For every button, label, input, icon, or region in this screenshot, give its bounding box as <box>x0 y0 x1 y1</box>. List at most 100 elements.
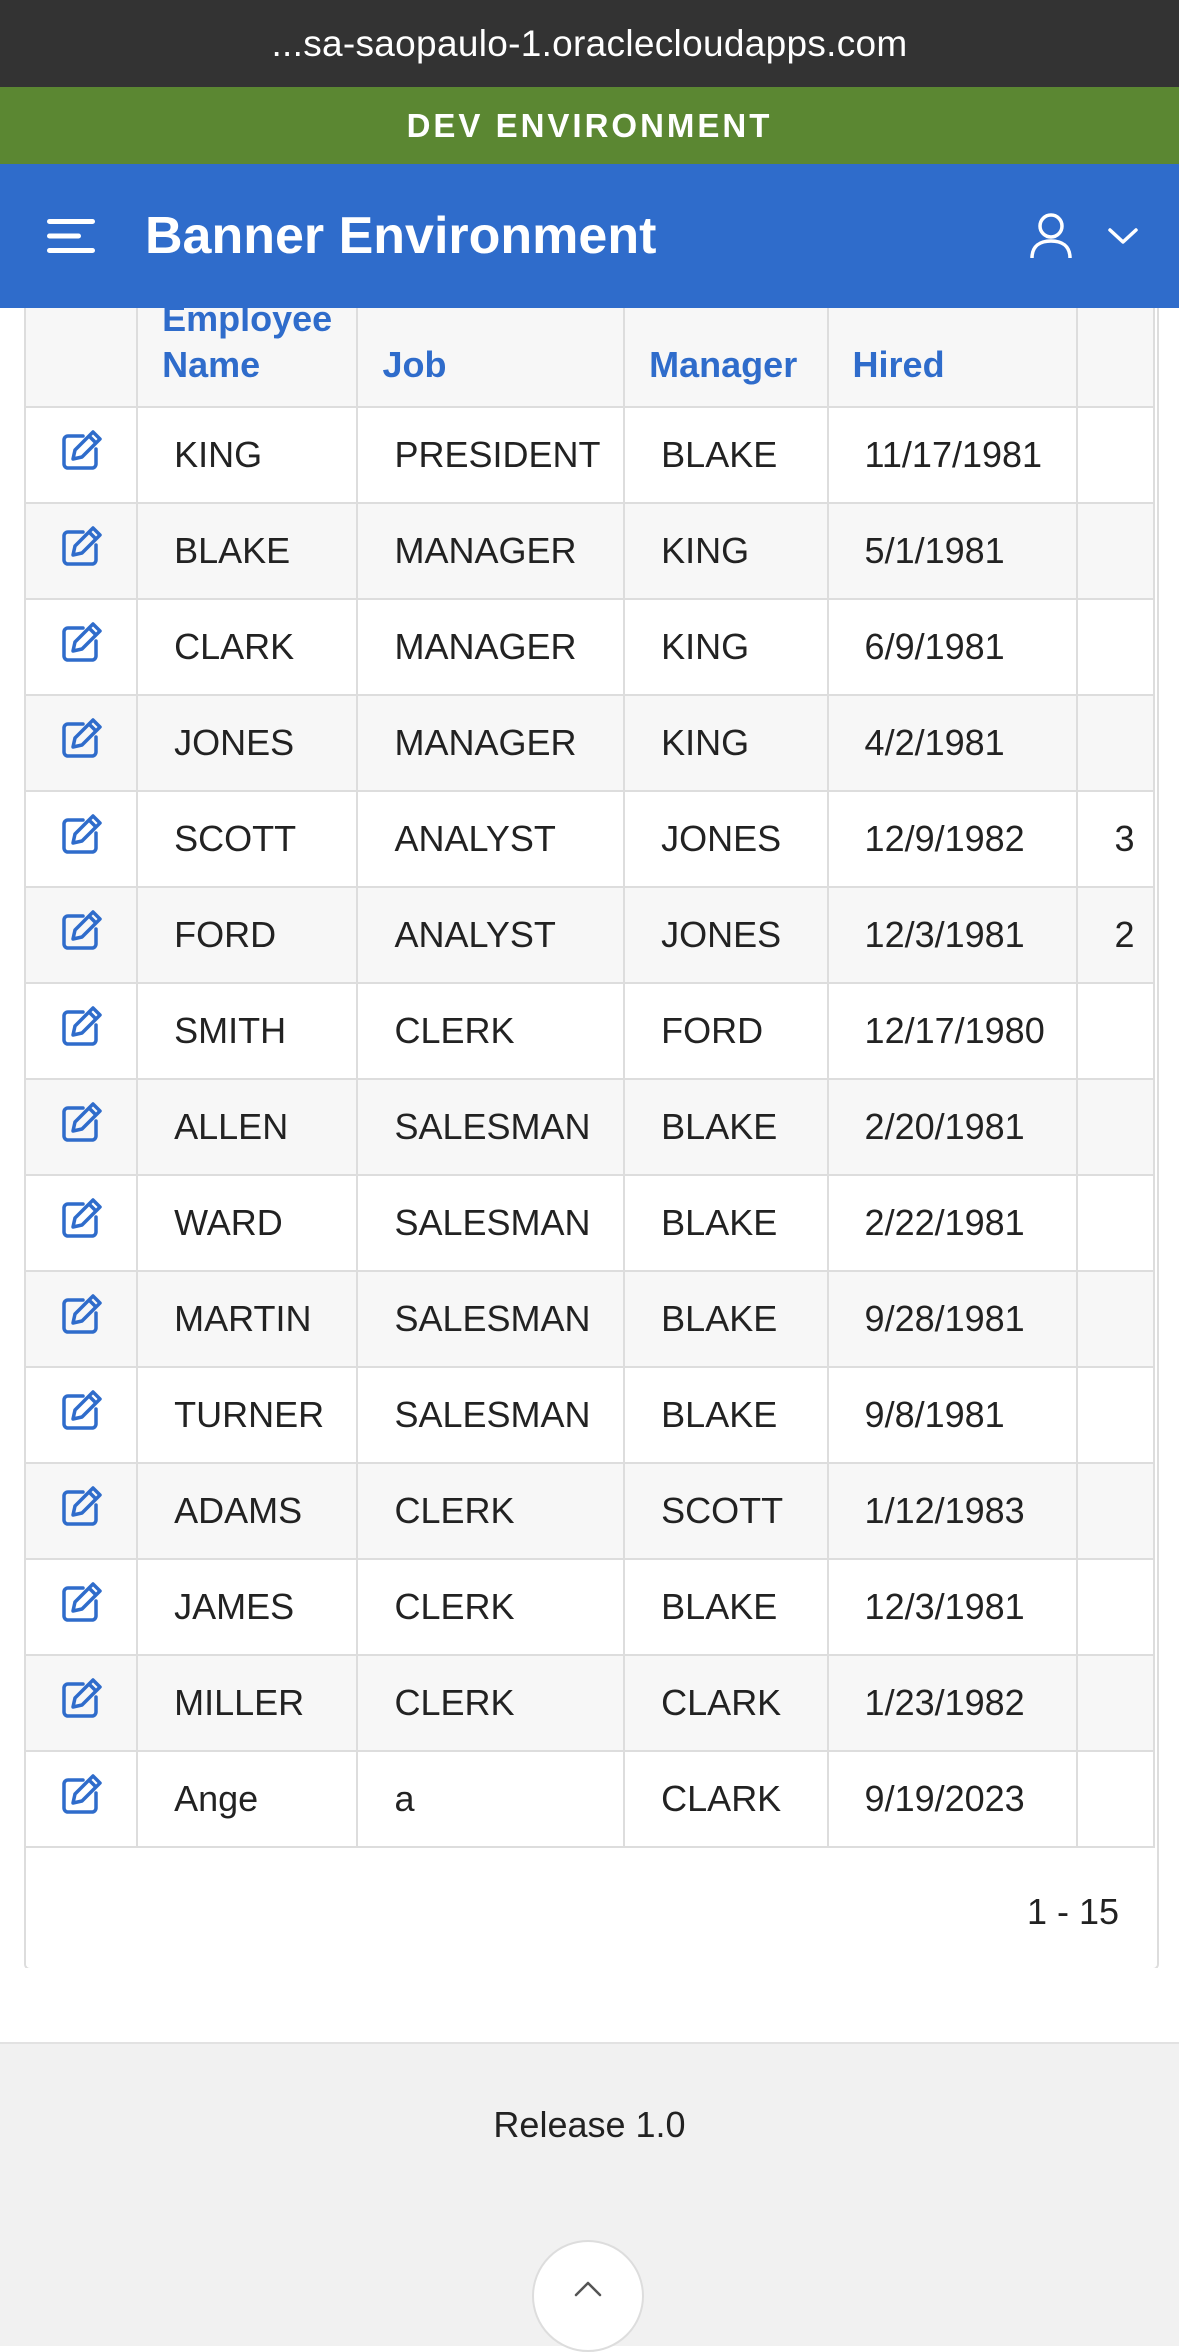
cell-manager: BLAKE <box>623 1270 829 1368</box>
edit-icon[interactable] <box>57 1099 105 1147</box>
cell-manager: FORD <box>623 982 829 1080</box>
edit-cell <box>26 790 139 888</box>
employee-report: Employee Name Job Manager Hired KING PRES… <box>24 308 1159 1970</box>
cell-employee-name: CLARK <box>136 598 359 696</box>
cell-overflow <box>1076 1270 1155 1368</box>
cell-job: SALESMAN <box>356 1366 626 1464</box>
cell-employee-name: KING <box>136 406 359 504</box>
cell-manager: JONES <box>623 790 829 888</box>
cell-employee-name: TURNER <box>136 1366 359 1464</box>
table-row: WARD SALESMAN BLAKE 2/22/1981 <box>26 1174 1155 1272</box>
cell-hired: 1/23/1982 <box>826 1654 1079 1752</box>
cell-hired: 12/17/1980 <box>826 982 1079 1080</box>
cell-job: PRESIDENT <box>356 406 626 504</box>
column-header-manager[interactable]: Manager <box>623 308 829 408</box>
cell-hired: 2/22/1981 <box>826 1174 1079 1272</box>
table-row: KING PRESIDENT BLAKE 11/17/1981 <box>26 406 1155 504</box>
edit-icon[interactable] <box>57 1291 105 1339</box>
cell-job: CLERK <box>356 982 626 1080</box>
table-row: FORD ANALYST JONES 12/3/1981 2 <box>26 886 1155 984</box>
table-row: SMITH CLERK FORD 12/17/1980 <box>26 982 1155 1080</box>
edit-cell <box>26 982 139 1080</box>
cell-hired: 9/28/1981 <box>826 1270 1079 1368</box>
edit-cell <box>26 406 139 504</box>
edit-cell <box>26 1078 139 1176</box>
cell-hired: 12/3/1981 <box>826 1558 1079 1656</box>
browser-url-bar[interactable]: ...sa-saopaulo-1.oraclecloudapps.com <box>0 0 1179 87</box>
edit-cell <box>26 1462 139 1560</box>
cell-hired: 4/2/1981 <box>826 694 1079 792</box>
cell-overflow <box>1076 1462 1155 1560</box>
table-row: Ange a CLARK 9/19/2023 <box>26 1750 1155 1848</box>
column-header-overflow <box>1076 308 1155 408</box>
cell-hired: 9/8/1981 <box>826 1366 1079 1464</box>
edit-cell <box>26 886 139 984</box>
edit-icon[interactable] <box>57 1579 105 1627</box>
cell-overflow <box>1076 1654 1155 1752</box>
table-row: JONES MANAGER KING 4/2/1981 <box>26 694 1155 792</box>
cell-employee-name: ADAMS <box>136 1462 359 1560</box>
user-menu-button[interactable] <box>1029 208 1139 264</box>
scroll-to-top-button[interactable] <box>532 2240 644 2352</box>
cell-manager: KING <box>623 694 829 792</box>
employee-grid: Employee Name Job Manager Hired KING PRES… <box>26 308 1155 1848</box>
page-footer: Release 1.0 <box>0 2042 1179 2352</box>
cell-manager: JONES <box>623 886 829 984</box>
column-header-employee-name[interactable]: Employee Name <box>136 308 359 408</box>
edit-icon[interactable] <box>57 427 105 475</box>
table-row: ADAMS CLERK SCOTT 1/12/1983 <box>26 1462 1155 1560</box>
environment-label: DEV ENVIRONMENT <box>406 106 773 144</box>
chevron-up-icon <box>574 2281 602 2297</box>
browser-url: ...sa-saopaulo-1.oraclecloudapps.com <box>271 22 908 64</box>
edit-column-header <box>26 308 139 408</box>
edit-icon[interactable] <box>57 1675 105 1723</box>
cell-employee-name: Ange <box>136 1750 359 1848</box>
cell-job: ANALYST <box>356 886 626 984</box>
cell-employee-name: JONES <box>136 694 359 792</box>
column-header-job[interactable]: Job <box>356 308 626 408</box>
cell-manager: BLAKE <box>623 406 829 504</box>
cell-overflow <box>1076 1078 1155 1176</box>
table-row: BLAKE MANAGER KING 5/1/1981 <box>26 502 1155 600</box>
cell-manager: BLAKE <box>623 1078 829 1176</box>
edit-icon[interactable] <box>57 1387 105 1435</box>
edit-cell <box>26 598 139 696</box>
cell-hired: 5/1/1981 <box>826 502 1079 600</box>
cell-hired: 11/17/1981 <box>826 406 1079 504</box>
edit-cell <box>26 1174 139 1272</box>
cell-overflow <box>1076 1366 1155 1464</box>
edit-icon[interactable] <box>57 907 105 955</box>
edit-icon[interactable] <box>57 715 105 763</box>
edit-icon[interactable] <box>57 619 105 667</box>
table-row: SCOTT ANALYST JONES 12/9/1982 3 <box>26 790 1155 888</box>
navigation-menu-button[interactable] <box>40 204 104 268</box>
cell-manager: KING <box>623 502 829 600</box>
cell-employee-name: JAMES <box>136 1558 359 1656</box>
cell-overflow: 3 <box>1076 790 1155 888</box>
environment-banner: DEV ENVIRONMENT <box>0 87 1179 164</box>
cell-manager: CLARK <box>623 1654 829 1752</box>
cell-job: MANAGER <box>356 598 626 696</box>
cell-employee-name: WARD <box>136 1174 359 1272</box>
edit-cell <box>26 1558 139 1656</box>
edit-icon[interactable] <box>57 523 105 571</box>
cell-manager: CLARK <box>623 1750 829 1848</box>
cell-overflow <box>1076 1750 1155 1848</box>
hamburger-menu-icon <box>47 219 95 253</box>
cell-employee-name: MARTIN <box>136 1270 359 1368</box>
chevron-down-icon <box>1108 228 1138 244</box>
edit-icon[interactable] <box>57 811 105 859</box>
edit-icon[interactable] <box>57 1003 105 1051</box>
cell-hired: 9/19/2023 <box>826 1750 1079 1848</box>
edit-cell <box>26 694 139 792</box>
content-spacer <box>0 1968 1179 2042</box>
edit-icon[interactable] <box>57 1771 105 1819</box>
edit-icon[interactable] <box>57 1195 105 1243</box>
cell-job: SALESMAN <box>356 1078 626 1176</box>
cell-overflow <box>1076 1558 1155 1656</box>
cell-overflow <box>1076 598 1155 696</box>
edit-icon[interactable] <box>57 1483 105 1531</box>
cell-hired: 12/3/1981 <box>826 886 1079 984</box>
edit-cell <box>26 1654 139 1752</box>
column-header-hired[interactable]: Hired <box>826 308 1079 408</box>
